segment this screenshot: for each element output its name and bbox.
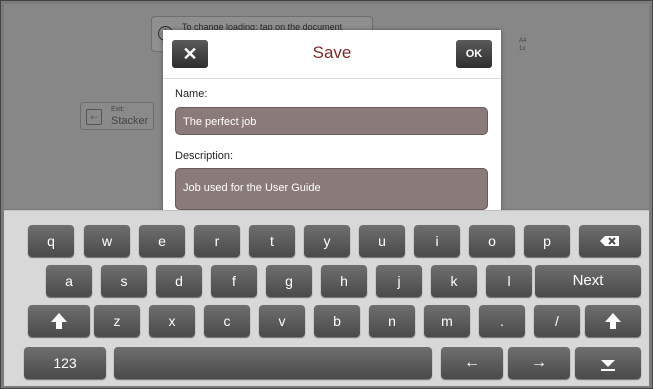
hide-keyboard-key[interactable] — [575, 347, 641, 379]
hide-keyboard-icon — [601, 360, 615, 371]
dialog-header: ✕ Save OK — [163, 30, 501, 79]
key-u[interactable]: u — [359, 225, 405, 257]
key-s[interactable]: s — [101, 265, 147, 297]
backspace-key[interactable] — [579, 225, 641, 257]
key-slash[interactable]: / — [534, 305, 580, 337]
description-label: Description: — [175, 150, 234, 162]
backspace-icon — [600, 236, 619, 246]
key-a[interactable]: a — [46, 265, 92, 297]
key-m[interactable]: m — [424, 305, 470, 337]
shift-icon — [51, 313, 67, 329]
numbers-key[interactable]: 123 — [24, 347, 106, 379]
key-k[interactable]: k — [431, 265, 477, 297]
key-i[interactable]: i — [414, 225, 460, 257]
description-field[interactable]: Job used for the User Guide — [175, 168, 488, 210]
on-screen-keyboard: q w e r t y u i o p a s d f g h j k l Ne… — [4, 210, 649, 386]
key-p[interactable]: p — [524, 225, 570, 257]
right-arrow-key[interactable]: → — [508, 347, 570, 379]
name-label: Name: — [175, 88, 208, 100]
key-j[interactable]: j — [376, 265, 422, 297]
paper-size: A4 — [519, 38, 527, 44]
key-x[interactable]: x — [149, 305, 195, 337]
key-d[interactable]: d — [156, 265, 202, 297]
key-z[interactable]: z — [94, 305, 140, 337]
key-r[interactable]: r — [194, 225, 240, 257]
exit-stacker-button[interactable]: ⇠ Exit: Stacker — [80, 102, 154, 130]
key-q[interactable]: q — [28, 225, 74, 257]
key-h[interactable]: h — [321, 265, 367, 297]
key-t[interactable]: t — [249, 225, 295, 257]
key-period[interactable]: . — [479, 305, 525, 337]
key-f[interactable]: f — [211, 265, 257, 297]
shift-left-key[interactable] — [28, 305, 90, 337]
key-w[interactable]: w — [84, 225, 130, 257]
key-y[interactable]: y — [304, 225, 350, 257]
save-dialog: ✕ Save OK Name: The perfect job Descript… — [163, 30, 501, 211]
left-arrow-key[interactable]: ← — [441, 347, 503, 379]
key-c[interactable]: c — [204, 305, 250, 337]
ok-button[interactable]: OK — [456, 40, 492, 68]
name-field[interactable]: The perfect job — [175, 107, 488, 135]
key-g[interactable]: g — [266, 265, 312, 297]
key-b[interactable]: b — [314, 305, 360, 337]
copy-count: 1x — [519, 46, 526, 52]
key-v[interactable]: v — [259, 305, 305, 337]
exit-label: Stacker — [111, 115, 149, 127]
key-l[interactable]: l — [486, 265, 532, 297]
exit-icon: ⇠ — [86, 109, 102, 125]
shift-right-key[interactable] — [585, 305, 641, 337]
key-o[interactable]: o — [469, 225, 515, 257]
key-n[interactable]: n — [369, 305, 415, 337]
dialog-title: Save — [312, 43, 352, 62]
space-key[interactable] — [114, 347, 432, 379]
shift-icon — [605, 313, 621, 329]
exit-caption: Exit: — [111, 106, 125, 113]
next-key[interactable]: Next — [535, 265, 641, 297]
key-e[interactable]: e — [139, 225, 185, 257]
paper-size-tag: A4 1x — [519, 37, 526, 53]
